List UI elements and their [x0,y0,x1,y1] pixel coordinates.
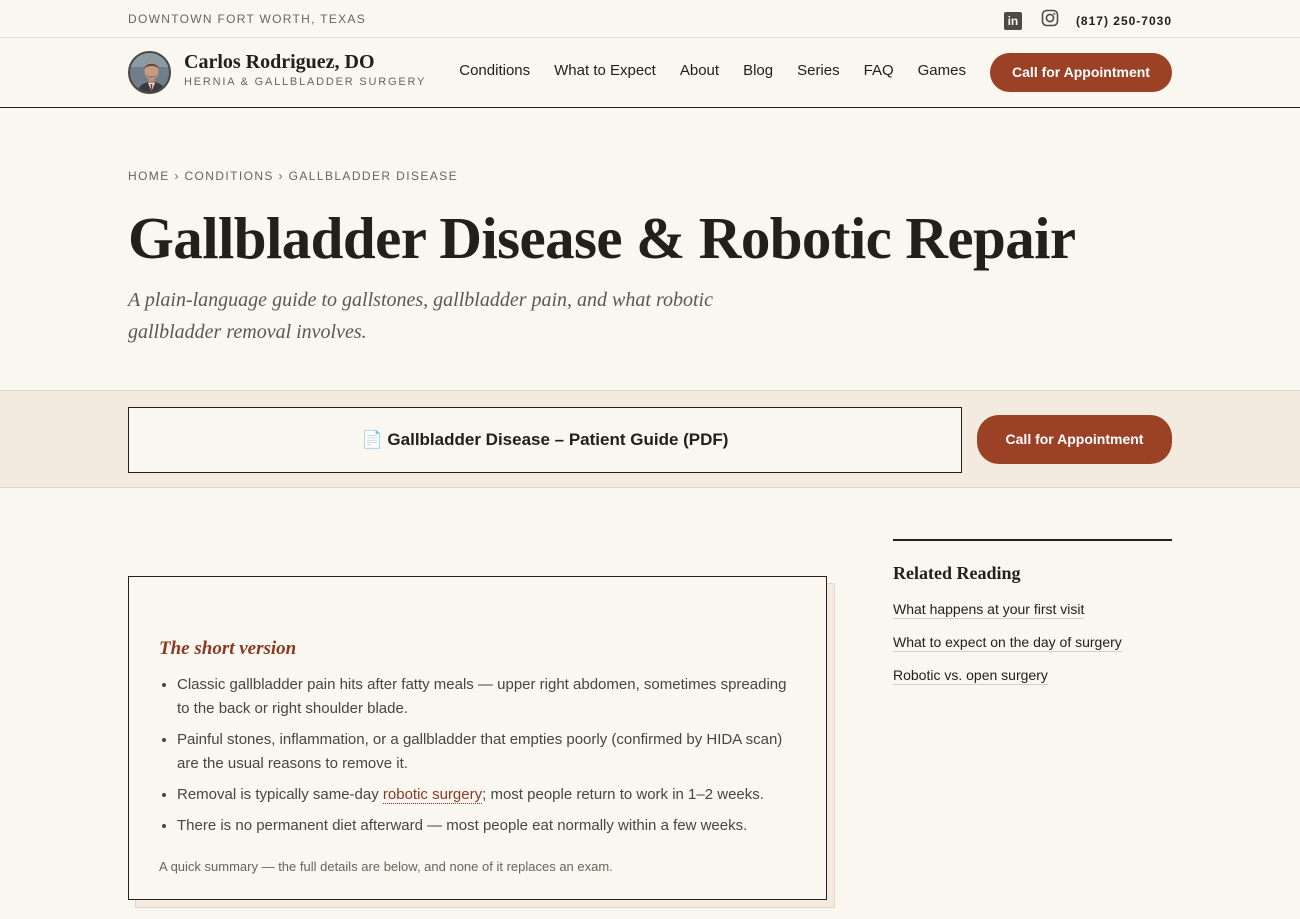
summary-note: A quick summary — the full details are b… [159,859,613,874]
top-bar-right: in (817) 250-7030 [1003,9,1172,32]
list-item-text: ; most people return to work in 1–2 week… [482,786,764,803]
avatar-portrait [130,53,169,92]
summary-list: Classic gallbladder pain hits after fatt… [177,673,793,845]
related-link-first-visit[interactable]: What happens at your first visit [893,601,1085,619]
linkedin-icon[interactable]: in [1003,11,1022,30]
instagram-icon[interactable] [1041,9,1076,32]
avatar [128,51,171,94]
instagram-glyph [1041,9,1059,27]
nav-faq[interactable]: FAQ [864,62,894,79]
nav-games[interactable]: Games [918,62,966,79]
cta-band: 📄 Gallbladder Disease – Patient Guide (P… [0,390,1300,488]
pdf-label: Gallbladder Disease – Patient Guide (PDF… [387,430,729,449]
brand-tagline: HERNIA & GALLBLADDER SURGERY [184,76,427,88]
brand-name[interactable]: Carlos Rodriguez, DO [184,51,375,74]
related-links: What happens at your first visit What to… [893,601,1122,700]
nav-what-to-expect[interactable]: What to Expect [554,62,656,79]
list-item: Painful stones, inflammation, or a gallb… [177,728,793,776]
site-header: Carlos Rodriguez, DO HERNIA & GALLBLADDE… [0,38,1300,108]
location-text: DOWNTOWN FORT WORTH, TEXAS [128,12,367,26]
breadcrumb[interactable]: HOME › CONDITIONS › GALLBLADDER DISEASE [128,169,458,183]
related-link-day-of-surgery[interactable]: What to expect on the day of surgery [893,634,1122,652]
document-icon: 📄 [361,430,383,449]
list-item: Removal is typically same-day robotic su… [177,783,793,807]
call-appointment-button-secondary[interactable]: Call for Appointment [977,415,1172,464]
list-item: There is no permanent diet afterward — m… [177,814,793,838]
nav-series[interactable]: Series [797,62,840,79]
top-bar: DOWNTOWN FORT WORTH, TEXAS in (817) 250-… [0,0,1300,38]
main-nav: Conditions What to Expect About Blog Ser… [435,62,966,79]
page-title: Gallbladder Disease & Robotic Repair [128,205,1076,271]
page-subtitle: A plain-language guide to gallstones, ga… [128,289,713,343]
nav-conditions[interactable]: Conditions [459,62,530,79]
list-item-text: Removal is typically same-day [177,786,383,803]
call-appointment-button[interactable]: Call for Appointment [990,53,1172,92]
related-reading-title: Related Reading [893,563,1021,583]
summary-card: The short version Classic gallbladder pa… [128,576,827,900]
phone-link[interactable]: (817) 250-7030 [1076,14,1172,28]
summary-heading: The short version [159,638,297,659]
robotic-surgery-link[interactable]: robotic surgery [382,786,483,804]
list-item: Classic gallbladder pain hits after fatt… [177,673,793,721]
related-link-robotic-vs-open[interactable]: Robotic vs. open surgery [893,667,1048,685]
patient-guide-pdf-button[interactable]: 📄 Gallbladder Disease – Patient Guide (P… [128,407,962,473]
nav-about[interactable]: About [680,62,719,79]
sidebar-divider [893,539,1172,541]
nav-blog[interactable]: Blog [743,62,773,79]
